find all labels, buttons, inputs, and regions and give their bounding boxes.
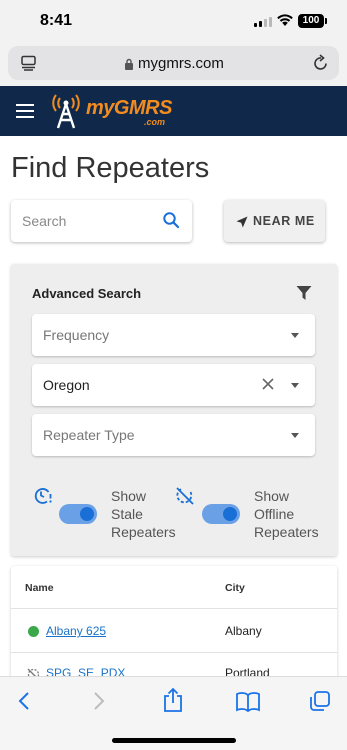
hamburger-menu-icon[interactable] xyxy=(16,104,34,122)
clear-icon[interactable] xyxy=(261,377,275,396)
site-header: myGMRS .com xyxy=(0,86,347,136)
radio-tower-icon[interactable] xyxy=(48,92,84,135)
frequency-placeholder: Frequency xyxy=(43,327,110,343)
frequency-select[interactable]: Frequency xyxy=(32,314,315,356)
offline-toggle-label: Show Offline Repeaters xyxy=(254,488,319,540)
logo-subtext: .com xyxy=(144,117,166,127)
tabs-icon[interactable] xyxy=(20,55,38,76)
repeater-city: Albany xyxy=(225,624,262,638)
search-placeholder: Search xyxy=(22,213,67,229)
location-value: Oregon xyxy=(43,377,90,393)
reload-icon[interactable] xyxy=(313,54,329,77)
stale-toggle-label: Show Stale Repeaters xyxy=(111,488,176,540)
stale-clock-icon xyxy=(33,486,53,511)
near-me-button[interactable]: NEAR ME xyxy=(224,200,325,242)
status-time: 8:41 xyxy=(40,12,73,29)
url-text[interactable]: mygmrs.com xyxy=(138,55,224,72)
bookmarks-icon[interactable] xyxy=(235,691,261,718)
lock-icon xyxy=(124,57,134,75)
browser-bar: mygmrs.com xyxy=(0,42,347,86)
repeater-table: Name City Albany 625 Albany SPG_SE_PDX P… xyxy=(11,566,337,686)
forward-icon[interactable] xyxy=(92,690,106,717)
divider xyxy=(11,652,337,653)
location-select[interactable]: Oregon xyxy=(32,364,315,406)
search-input[interactable]: Search xyxy=(11,200,192,242)
advanced-search-panel: Advanced Search Frequency Oregon Repeate… xyxy=(11,264,337,556)
battery-icon: 100 xyxy=(298,14,327,28)
share-icon[interactable] xyxy=(162,687,184,718)
advanced-search-title: Advanced Search xyxy=(32,286,142,301)
repeater-link[interactable]: Albany 625 xyxy=(46,624,106,638)
chevron-down-icon[interactable] xyxy=(291,333,299,338)
chevron-down-icon[interactable] xyxy=(291,433,299,438)
offline-icon xyxy=(175,486,195,511)
back-icon[interactable] xyxy=(17,690,31,717)
signal-icon xyxy=(254,17,272,27)
wifi-icon xyxy=(276,13,294,32)
tabs-overview-icon[interactable] xyxy=(309,690,331,717)
repeater-type-select[interactable]: Repeater Type xyxy=(32,414,315,456)
page-title: Find Repeaters xyxy=(11,152,210,184)
status-bar: 8:41 100 xyxy=(0,0,347,42)
stale-toggle[interactable] xyxy=(59,504,97,524)
filter-icon[interactable] xyxy=(296,285,312,306)
chevron-down-icon[interactable] xyxy=(291,383,299,388)
column-header-city[interactable]: City xyxy=(225,582,245,594)
near-me-label: NEAR ME xyxy=(253,214,315,228)
divider xyxy=(11,608,337,609)
repeater-type-placeholder: Repeater Type xyxy=(43,427,135,443)
online-status-icon xyxy=(28,626,39,637)
home-indicator[interactable] xyxy=(112,738,236,743)
search-icon[interactable] xyxy=(162,211,180,234)
location-arrow-icon xyxy=(236,215,248,233)
address-bar[interactable]: mygmrs.com xyxy=(8,46,339,80)
column-header-name[interactable]: Name xyxy=(25,582,54,594)
offline-toggle[interactable] xyxy=(202,504,240,524)
